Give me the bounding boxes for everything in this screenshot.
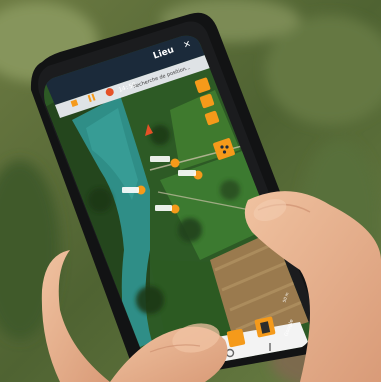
map-label-2	[178, 170, 196, 176]
map-label-3	[122, 187, 139, 193]
map-label-4	[155, 205, 172, 211]
map-marker[interactable]	[170, 158, 180, 168]
photo-scene: Lieu ✕ Recherche de position... 14:58 Go…	[0, 0, 381, 382]
map-label-1	[150, 156, 170, 162]
list-icon[interactable]	[226, 328, 246, 348]
